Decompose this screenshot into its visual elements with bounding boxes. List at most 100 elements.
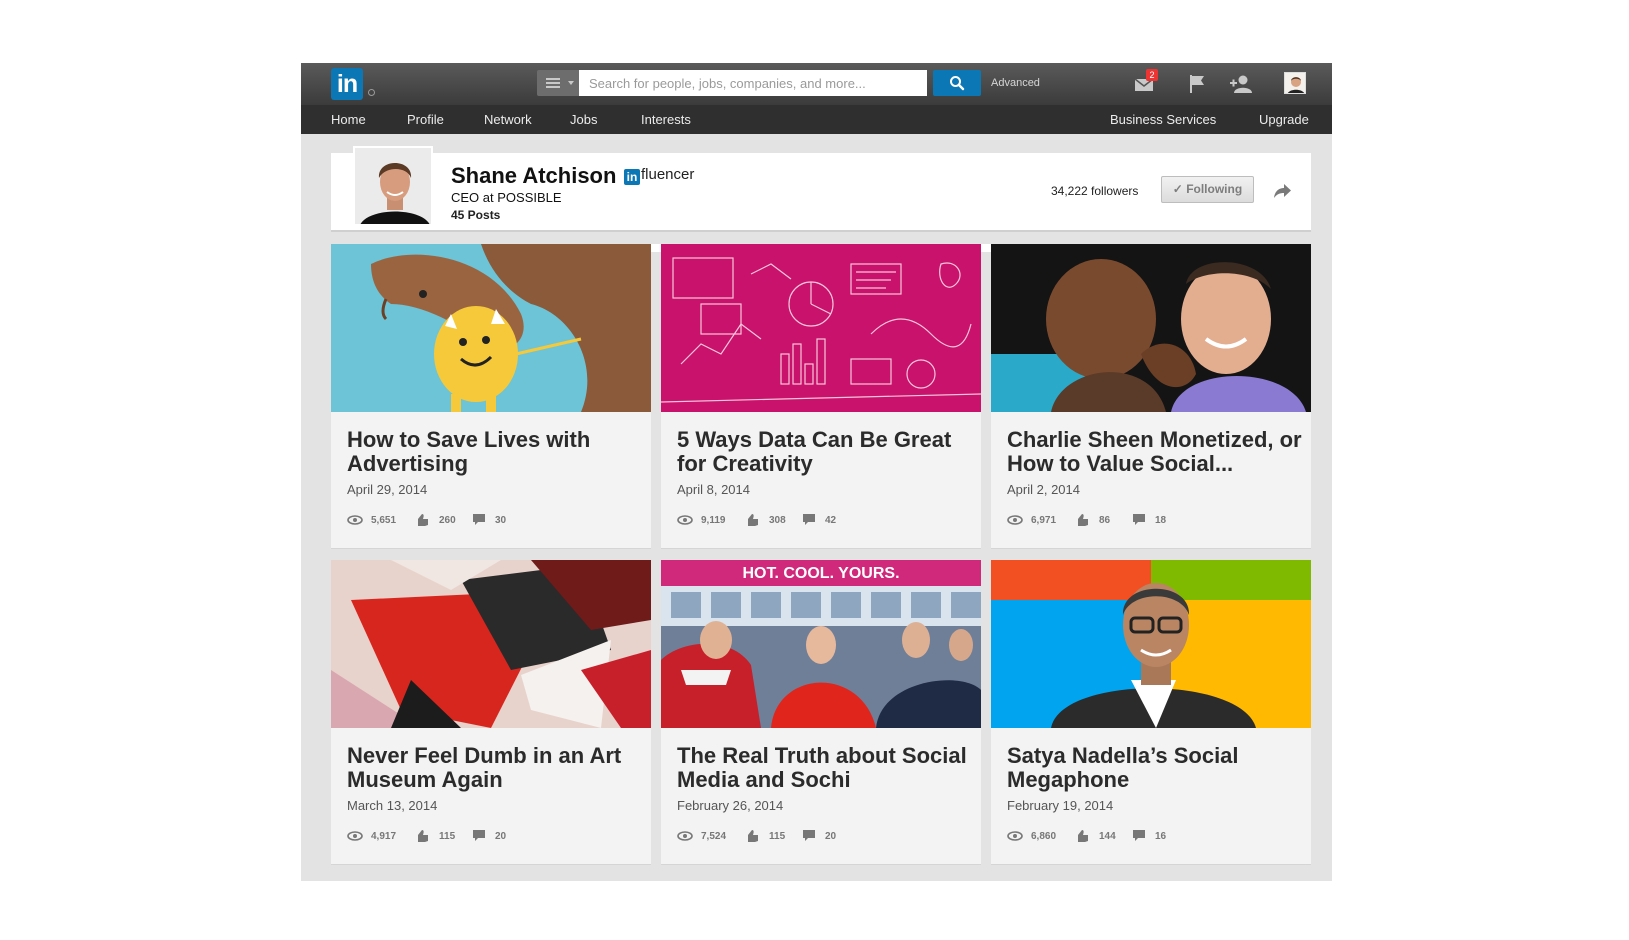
nav-jobs[interactable]: Jobs (570, 112, 597, 127)
post-count[interactable]: 45 Posts (451, 208, 500, 222)
eye-icon (347, 831, 363, 841)
comment-count: 20 (825, 831, 837, 842)
nav-interests[interactable]: Interests (641, 112, 691, 127)
sochi-crowd-photo: HOT. COOL. YOURS. (661, 560, 981, 728)
post-date: February 19, 2014 (1007, 798, 1114, 813)
comment-count: 18 (1155, 515, 1167, 526)
search-button[interactable] (933, 70, 981, 96)
post-thumbnail[interactable] (331, 560, 651, 728)
post-title[interactable]: How to Save Lives with Advertising (347, 428, 643, 476)
nav-home[interactable]: Home (331, 112, 366, 127)
linkedin-mark-icon: in (624, 169, 640, 185)
like-count: 260 (439, 515, 456, 526)
author-headline: CEO at POSSIBLE (451, 190, 562, 205)
thumbs-up-icon[interactable] (1075, 829, 1091, 843)
like-count: 115 (439, 831, 456, 842)
post-title[interactable]: Satya Nadella’s Social Megaphone (1007, 744, 1303, 792)
view-count: 9,119 (701, 515, 726, 526)
checkmark-icon: ✓ (1172, 182, 1187, 196)
view-count: 6,860 (1031, 831, 1057, 842)
global-header: in Advanced 2 (301, 63, 1332, 105)
like-count: 115 (769, 831, 786, 842)
add-connection-icon[interactable] (1229, 72, 1253, 96)
browser-page: in Advanced 2 (301, 63, 1332, 881)
comment-count: 16 (1155, 831, 1167, 842)
post-card[interactable]: Charlie Sheen Monetized, or How to Value… (991, 244, 1311, 549)
post-thumbnail[interactable] (661, 244, 981, 412)
post-date: April 8, 2014 (677, 482, 750, 497)
user-photo-icon (1285, 73, 1305, 93)
post-title[interactable]: Never Feel Dumb in an Art Museum Again (347, 744, 643, 792)
like-count: 144 (1099, 831, 1116, 842)
thumbs-up-icon[interactable] (415, 513, 431, 527)
following-button[interactable]: ✓ Following (1161, 176, 1254, 203)
eye-icon (677, 515, 693, 525)
post-thumbnail[interactable] (331, 244, 651, 412)
view-count: 4,917 (371, 831, 397, 842)
view-count: 7,524 (701, 831, 727, 842)
chevron-down-icon (568, 81, 574, 85)
post-date: February 26, 2014 (677, 798, 784, 813)
advanced-search-link[interactable]: Advanced (991, 77, 1040, 89)
comment-icon[interactable] (1131, 513, 1147, 527)
post-card[interactable]: Satya Nadella’s Social Megaphone Februar… (991, 560, 1311, 865)
post-title[interactable]: Charlie Sheen Monetized, or How to Value… (1007, 428, 1303, 476)
nav-network[interactable]: Network (484, 112, 532, 127)
post-title[interactable]: The Real Truth about Social Media and So… (677, 744, 973, 792)
main-navigation: Home Profile Network Jobs Interests Busi… (301, 105, 1332, 134)
thumbs-up-icon[interactable] (745, 513, 761, 527)
comment-icon[interactable] (801, 829, 817, 843)
author-name[interactable]: Shane Atchison (451, 163, 616, 189)
author-portrait-image (355, 148, 431, 224)
post-thumbnail[interactable] (991, 244, 1311, 412)
thumbs-up-icon[interactable] (745, 829, 761, 843)
satya-nadella-photo (991, 560, 1311, 728)
following-label: Following (1186, 182, 1243, 196)
comment-count: 30 (495, 515, 507, 526)
post-card[interactable]: Never Feel Dumb in an Art Museum Again M… (331, 560, 651, 865)
post-thumbnail[interactable] (991, 560, 1311, 728)
eye-icon (1007, 831, 1023, 841)
flag-icon[interactable] (1185, 72, 1209, 96)
comment-count: 42 (825, 515, 837, 526)
account-avatar[interactable] (1284, 72, 1306, 94)
abstract-art-image (331, 560, 651, 728)
author-photo[interactable] (353, 146, 433, 226)
comment-icon[interactable] (1131, 829, 1147, 843)
search-icon (950, 76, 965, 91)
eye-icon (1007, 515, 1023, 525)
comment-icon[interactable] (801, 513, 817, 527)
post-date: April 29, 2014 (347, 482, 428, 497)
comment-count: 20 (495, 831, 507, 842)
post-card[interactable]: How to Save Lives with Advertising April… (331, 244, 651, 549)
eye-icon (677, 831, 693, 841)
thumbs-up-icon[interactable] (1075, 513, 1091, 527)
post-title[interactable]: 5 Ways Data Can Be Great for Creativity (677, 428, 973, 476)
comment-icon[interactable] (471, 829, 487, 843)
post-card[interactable]: 5 Ways Data Can Be Great for Creativity … (661, 244, 981, 549)
thumbs-up-icon[interactable] (415, 829, 431, 843)
data-sketch-image (661, 244, 981, 412)
like-count: 308 (769, 515, 786, 526)
post-date: March 13, 2014 (347, 798, 438, 813)
menu-icon (546, 78, 560, 88)
two-men-photo (991, 244, 1311, 412)
influencer-label: fluencer (641, 166, 695, 183)
nav-upgrade[interactable]: Upgrade (1259, 112, 1309, 127)
sochi-banner-text: HOT. COOL. YOURS. (742, 565, 899, 582)
search-category-dropdown[interactable] (537, 70, 579, 96)
influencer-badge: in fluencer (624, 166, 694, 185)
linkedin-logo[interactable]: in (331, 68, 363, 100)
post-date: April 2, 2014 (1007, 482, 1080, 497)
inbox-count-badge: 2 (1146, 69, 1158, 81)
registered-mark-icon (368, 89, 375, 96)
share-icon[interactable] (1271, 180, 1293, 202)
post-thumbnail[interactable]: HOT. COOL. YOURS. (661, 560, 981, 728)
comment-icon[interactable] (471, 513, 487, 527)
nav-business-services[interactable]: Business Services (1110, 112, 1216, 127)
post-card[interactable]: HOT. COOL. YOURS. The Real Truth about S… (661, 560, 981, 865)
eye-icon (347, 515, 363, 525)
search-input[interactable] (579, 70, 927, 96)
like-count: 86 (1099, 515, 1111, 526)
nav-profile[interactable]: Profile (407, 112, 444, 127)
